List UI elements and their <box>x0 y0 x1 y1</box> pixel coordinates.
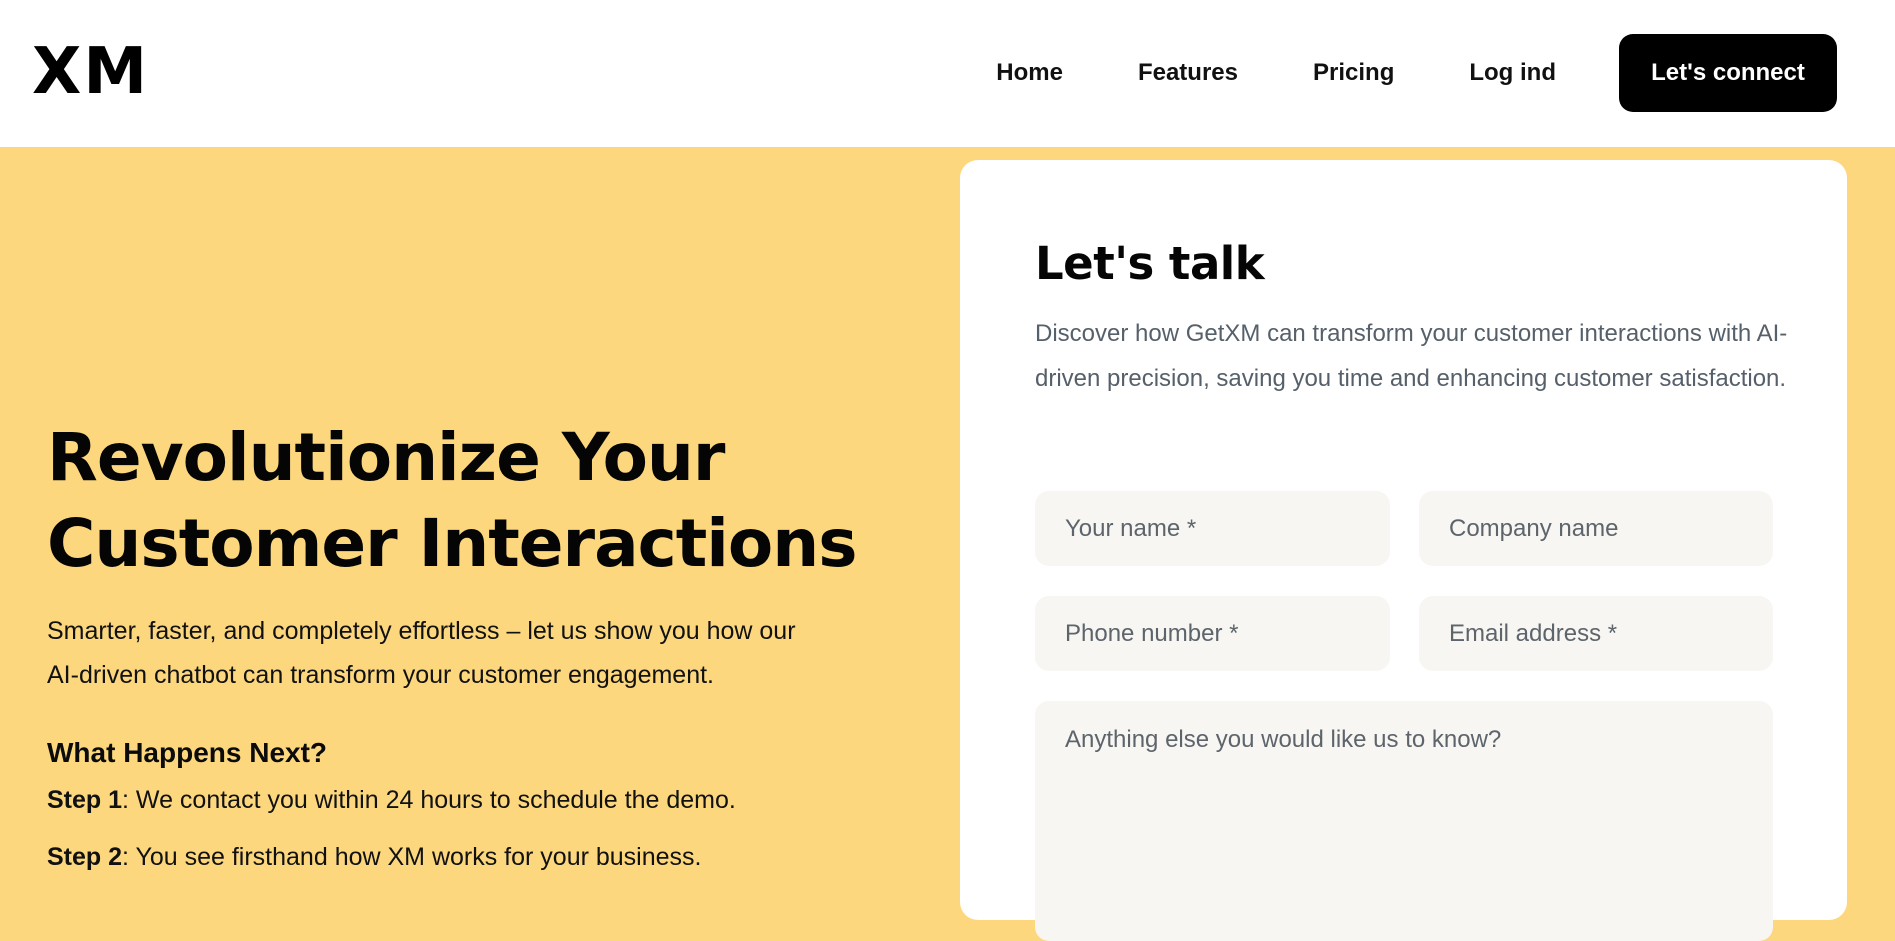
hero-title: Revolutionize Your Customer Interactions <box>47 415 927 587</box>
phone-number-input[interactable] <box>1035 596 1390 671</box>
lets-connect-button[interactable]: Let's connect <box>1619 34 1837 112</box>
email-address-input[interactable] <box>1419 596 1773 671</box>
step-2-text: : You see firsthand how XM works for you… <box>122 843 702 871</box>
xm-logo[interactable]: XM <box>32 36 149 108</box>
hero-section: Revolutionize Your Customer Interactions… <box>47 415 927 874</box>
step-2: Step 2: You see firsthand how XM works f… <box>47 840 927 874</box>
step-1-text: : We contact you within 24 hours to sche… <box>122 786 736 814</box>
form-title: Let's talk <box>1035 237 1265 290</box>
what-happens-next-heading: What Happens Next? <box>47 737 328 768</box>
form-description: Discover how GetXM can transform your cu… <box>1035 320 1788 392</box>
hero-title-line-1: Revolutionize Your <box>47 419 725 496</box>
step-1-label: Step 1 <box>47 786 123 814</box>
nav-pricing-link[interactable]: Pricing <box>1313 59 1394 87</box>
nav-features-link[interactable]: Features <box>1138 59 1238 87</box>
hero-subtitle: Smarter, faster, and completely effortle… <box>47 617 796 689</box>
message-textarea[interactable] <box>1035 701 1773 941</box>
contact-form-card: Let's talk Discover how GetXM can transf… <box>960 160 1847 941</box>
step-2-label: Step 2 <box>47 843 123 871</box>
nav-home-link[interactable]: Home <box>996 59 1063 87</box>
nav-login-link[interactable]: Log ind <box>1469 59 1556 87</box>
hero-title-line-2: Customer Interactions <box>47 505 858 582</box>
site-header: XM Home Features Pricing Log ind Let's c… <box>0 0 1895 147</box>
company-name-input[interactable] <box>1419 491 1773 566</box>
step-1: Step 1: We contact you within 24 hours t… <box>47 783 927 817</box>
your-name-input[interactable] <box>1035 491 1390 566</box>
main-nav: Home Features Pricing Log ind Let's conn… <box>996 34 1837 112</box>
